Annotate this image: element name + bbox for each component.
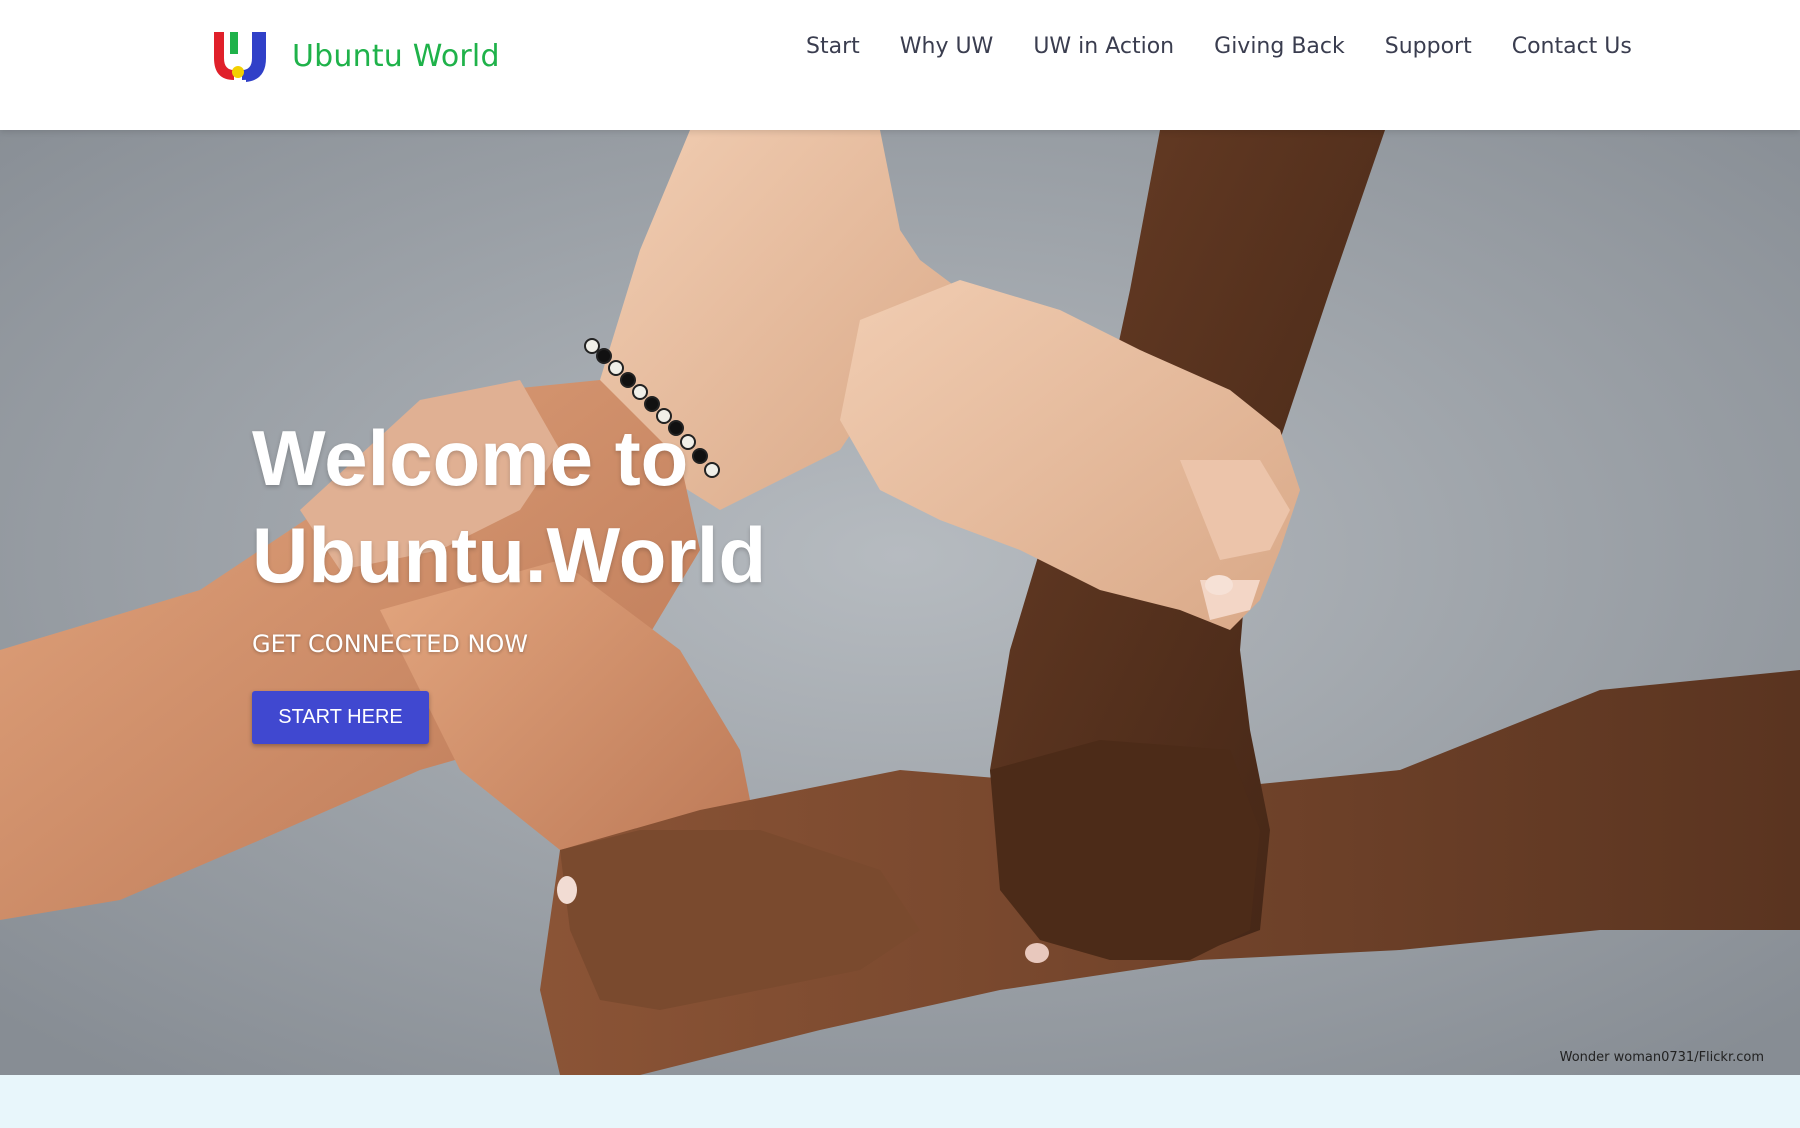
nav-uw-in-action[interactable]: UW in Action [1033, 30, 1174, 64]
ubuntu-world-logo-icon [208, 28, 280, 84]
nav-why-uw[interactable]: Why UW [900, 30, 994, 64]
brand-name[interactable]: Ubuntu World [292, 39, 500, 74]
logo[interactable]: Ubuntu World [208, 28, 500, 84]
main-nav: Start Why UW UW in Action Giving Back Su… [806, 30, 1632, 64]
nav-giving-back[interactable]: Giving Back [1214, 30, 1345, 64]
site-header: Ubuntu World Start Why UW UW in Action G… [0, 0, 1800, 130]
hero-subtitle: GET CONNECTED NOW [252, 630, 529, 658]
hero-section: Welcome to Ubuntu.World GET CONNECTED NO… [0, 130, 1800, 1075]
hero-title-line-1: Welcome to [252, 414, 689, 502]
next-section [0, 1075, 1800, 1128]
nav-support[interactable]: Support [1385, 30, 1472, 64]
start-here-button[interactable]: START HERE [252, 691, 429, 744]
nav-start[interactable]: Start [806, 30, 860, 64]
hero-title: Welcome to Ubuntu.World [252, 410, 952, 604]
nav-contact-us[interactable]: Contact Us [1512, 30, 1632, 64]
image-credit[interactable]: Wonder woman0731/Flickr.com [1560, 1050, 1764, 1065]
hero-title-line-2: Ubuntu.World [252, 511, 767, 599]
